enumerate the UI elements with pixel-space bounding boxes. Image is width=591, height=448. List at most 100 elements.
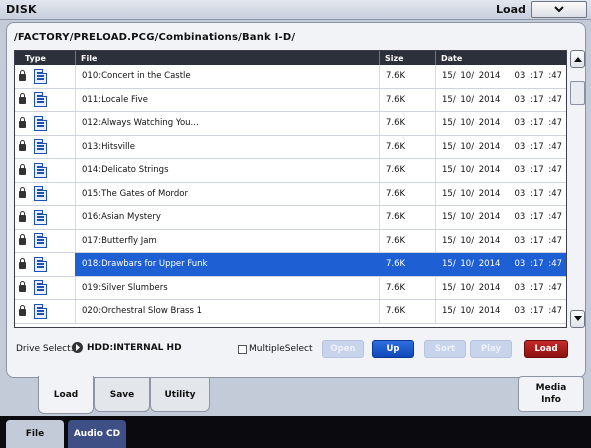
tab-file[interactable]: File — [6, 420, 64, 448]
file-size-cell: 7.6K — [380, 276, 436, 299]
tab-audio-cd[interactable]: Audio CD — [68, 420, 126, 448]
combination-file-icon — [34, 139, 47, 155]
file-size-cell: 7.6K — [380, 65, 436, 88]
file-name-cell: 010:Concert in the Castle — [76, 65, 380, 88]
file-name-cell: 020:Orchestral Slow Brass 1 — [76, 300, 380, 323]
combination-file-icon — [34, 92, 47, 108]
lock-icon — [19, 281, 26, 293]
up-button[interactable]: Up — [372, 340, 414, 358]
table-row[interactable]: 012:Always Watching You... 7.6K 15/ 10/ 20… — [15, 112, 566, 136]
scrollbar-thumb[interactable] — [570, 81, 585, 105]
header-size: Size — [380, 51, 436, 65]
header-date: Date — [441, 53, 463, 63]
type-cell — [15, 112, 76, 135]
multiple-select-label: MultipleSelect — [249, 344, 313, 354]
drive-select[interactable]: HDD:INTERNAL HD — [72, 342, 182, 353]
file-date-cell: 15/ 10/ 2014 03 :17 :47 — [442, 235, 563, 246]
lock-icon — [19, 116, 26, 128]
tab-save[interactable]: Save — [94, 378, 150, 412]
file-size-cell: 7.6K — [380, 229, 436, 252]
table-row[interactable]: 011:Locale Five 7.6K 15/ 10/ 2014 03 :17 :… — [15, 88, 566, 112]
scroll-up-button[interactable] — [570, 50, 585, 68]
lock-icon — [19, 304, 26, 316]
media-info-button[interactable]: Media Info — [518, 376, 584, 412]
file-name-cell: 015:The Gates of Mordor — [76, 182, 380, 205]
load-button[interactable]: Load — [524, 340, 568, 358]
file-name-cell: 013:Hitsville — [76, 135, 380, 158]
file-size-cell: 7.6K — [380, 88, 436, 111]
file-name-cell: 019:Silver Slumbers — [76, 276, 380, 299]
drive-select-label: Drive Select: — [16, 344, 74, 354]
type-cell — [15, 65, 76, 88]
lock-icon — [19, 234, 26, 246]
table-row[interactable]: 016:Asian Mystery 7.6K 15/ 10/ 2014 03 :17… — [15, 206, 566, 230]
table-row[interactable]: 010:Concert in the Castle 7.6K 15/ 10/ 201… — [15, 65, 566, 89]
table-row[interactable]: 019:Silver Slumbers 7.6K 15/ 10/ 2014 03 :… — [15, 276, 566, 300]
file-name-cell: 012:Always Watching You... — [76, 112, 380, 135]
table-row[interactable]: 018:Drawbars for Upper Funk 7.6K 15/ 10/ 2… — [15, 253, 566, 277]
file-size-cell: 7.6K — [380, 135, 436, 158]
table-row[interactable]: 013:Hitsville 7.6K 15/ 10/ 2014 03 :17 :47 — [15, 135, 566, 159]
file-date-cell: 15/ 10/ 2014 03 :17 :47 — [442, 212, 563, 223]
drive-select-value: HDD:INTERNAL HD — [87, 342, 182, 353]
table-row[interactable]: 017:Butterfly Jam 7.6K 15/ 10/ 2014 03 :17… — [15, 229, 566, 253]
lock-icon — [19, 93, 26, 105]
combination-file-icon — [34, 115, 47, 131]
combination-file-icon — [34, 209, 47, 225]
file-table: Type File Size Date 010:Concert in the C… — [14, 50, 567, 328]
type-cell — [15, 253, 76, 276]
triangle-up-icon — [573, 57, 582, 62]
breadcrumb: /FACTORY/PRELOAD.PCG/Combinations/Bank I… — [14, 32, 296, 43]
table-header: Type File Size Date — [15, 51, 566, 65]
header-file: File — [76, 51, 380, 65]
header-type: Type — [15, 51, 76, 65]
file-size-cell: 7.6K — [380, 182, 436, 205]
menu-label: Load — [496, 3, 526, 16]
type-cell — [15, 88, 76, 111]
page-title: DISK — [6, 3, 37, 16]
table-row[interactable]: 014:Delicato Strings 7.6K 15/ 10/ 2014 03 … — [15, 159, 566, 183]
file-name-cell: 014:Delicato Strings — [76, 159, 380, 182]
file-date-cell: 15/ 10/ 2014 03 :17 :47 — [442, 259, 563, 270]
multiple-select-checkbox[interactable] — [238, 345, 247, 354]
table-row[interactable]: 015:The Gates of Mordor 7.6K 15/ 10/ 2014 … — [15, 182, 566, 206]
open-button[interactable]: Open — [322, 340, 364, 358]
file-date-cell: 15/ 10/ 2014 03 :17 :47 — [442, 141, 563, 152]
file-date-cell: 15/ 10/ 2014 03 :17 :47 — [442, 188, 563, 199]
file-date-cell: 15/ 10/ 2014 03 :17 :47 — [442, 306, 563, 317]
file-date-cell: 15/ 10/ 2014 03 :17 :47 — [442, 94, 563, 105]
file-name-cell: 016:Asian Mystery — [76, 206, 380, 229]
combination-file-icon — [34, 280, 47, 296]
tab-load[interactable]: Load — [38, 376, 94, 414]
file-size-cell: 7.6K — [380, 253, 436, 276]
page-menu-button[interactable] — [531, 1, 587, 18]
lock-icon — [19, 69, 26, 81]
file-date-cell: 15/ 10/ 2014 03 :17 :47 — [442, 165, 563, 176]
file-name-cell: 018:Drawbars for Upper Funk — [76, 253, 380, 276]
type-cell — [15, 206, 76, 229]
file-size-cell: 7.6K — [380, 159, 436, 182]
file-size-cell: 7.6K — [380, 206, 436, 229]
type-cell — [15, 276, 76, 299]
play-button[interactable]: Play — [470, 340, 512, 358]
lock-icon — [19, 140, 26, 152]
tab-utility[interactable]: Utility — [150, 378, 210, 412]
file-date-cell: 15/ 10/ 2014 03 :17 :47 — [442, 282, 563, 293]
combination-file-icon — [34, 162, 47, 178]
chevron-down-icon — [554, 6, 564, 13]
scroll-down-button[interactable] — [570, 310, 585, 328]
combination-file-icon — [34, 68, 47, 84]
file-size-cell: 7.6K — [380, 300, 436, 323]
lock-icon — [19, 210, 26, 222]
combination-file-icon — [34, 233, 47, 249]
file-size-cell: 7.6K — [380, 112, 436, 135]
combination-file-icon — [34, 303, 47, 319]
sort-button[interactable]: Sort — [424, 340, 466, 358]
type-cell — [15, 229, 76, 252]
triangle-down-icon — [573, 316, 582, 321]
lock-icon — [19, 163, 26, 175]
type-cell — [15, 300, 76, 323]
type-cell — [15, 135, 76, 158]
table-row[interactable]: 020:Orchestral Slow Brass 1 7.6K 15/ 10/ 2… — [15, 300, 566, 324]
type-cell — [15, 182, 76, 205]
